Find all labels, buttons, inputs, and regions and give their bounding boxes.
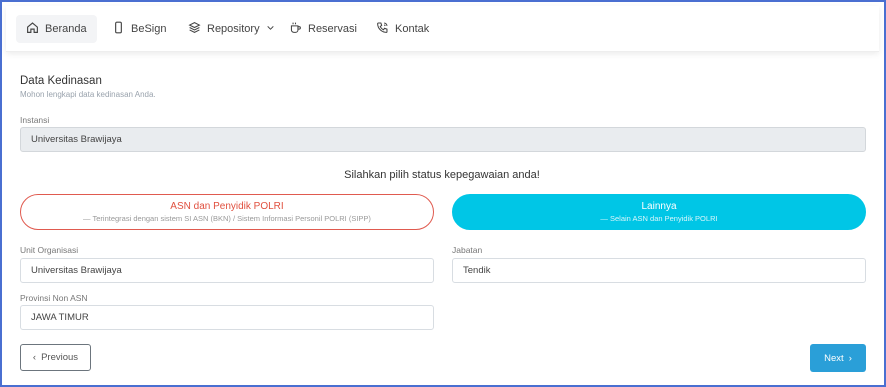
nav-label: Reservasi <box>308 23 357 35</box>
home-icon <box>26 21 39 37</box>
choice-title: ASN dan Penyidik POLRI <box>170 201 284 212</box>
choice-subtitle: — Selain ASN dan Penyidik POLRI <box>600 214 718 223</box>
choice-asn-polri-button[interactable]: ASN dan Penyidik POLRI — Terintegrasi de… <box>20 194 434 230</box>
choice-subtitle: — Terintegrasi dengan sistem SI ASN (BKN… <box>83 214 371 223</box>
nav-item-beranda[interactable]: Beranda <box>16 15 97 43</box>
choice-title: Lainnya <box>641 201 677 212</box>
choice-lainnya-button[interactable]: Lainnya — Selain ASN dan Penyidik POLRI <box>452 194 866 230</box>
provinsi-label: Provinsi Non ASN <box>20 293 88 303</box>
layers-icon <box>188 21 201 37</box>
chevron-left-icon: ‹ <box>32 352 37 363</box>
unit-organisasi-field[interactable]: Universitas Brawijaya <box>20 258 434 283</box>
provinsi-field[interactable]: JAWA TIMUR <box>20 305 434 330</box>
section-title: Data Kedinasan <box>20 75 102 87</box>
nav-item-reservasi[interactable]: Reservasi <box>279 15 367 43</box>
jabatan-field[interactable]: Tendik <box>452 258 866 283</box>
nav-label: BeSign <box>131 23 167 35</box>
chevron-down-icon <box>266 23 275 35</box>
page-frame: Beranda BeSign Repository Reservasi Kont… <box>0 0 886 387</box>
nav-item-repository[interactable]: Repository <box>178 15 285 43</box>
next-label: Next <box>824 352 844 364</box>
nav-label: Kontak <box>395 23 430 35</box>
status-prompt: Silahkan pilih status kepegawaian anda! <box>344 169 540 181</box>
nav-item-besign[interactable]: BeSign <box>102 15 176 43</box>
nav-item-kontak[interactable]: Kontak <box>366 15 439 43</box>
jabatan-label: Jabatan <box>452 245 483 255</box>
nav-label: Beranda <box>45 23 87 35</box>
previous-label: Previous <box>41 352 79 363</box>
instansi-label: Instansi <box>20 115 50 125</box>
chevron-right-icon: › <box>848 352 852 364</box>
phone-call-icon <box>376 21 389 37</box>
next-button[interactable]: Next › <box>810 344 866 372</box>
unit-organisasi-label: Unit Organisasi <box>20 245 79 255</box>
top-navbar: Beranda BeSign Repository Reservasi Kont… <box>6 6 879 52</box>
coffee-cup-icon <box>289 21 302 37</box>
section-subtitle: Mohon lengkapi data kedinasan Anda. <box>20 90 156 99</box>
previous-button[interactable]: ‹ Previous <box>20 344 91 371</box>
instansi-field: Universitas Brawijaya <box>20 127 866 152</box>
nav-label: Repository <box>207 23 260 35</box>
phone-icon <box>112 21 125 37</box>
